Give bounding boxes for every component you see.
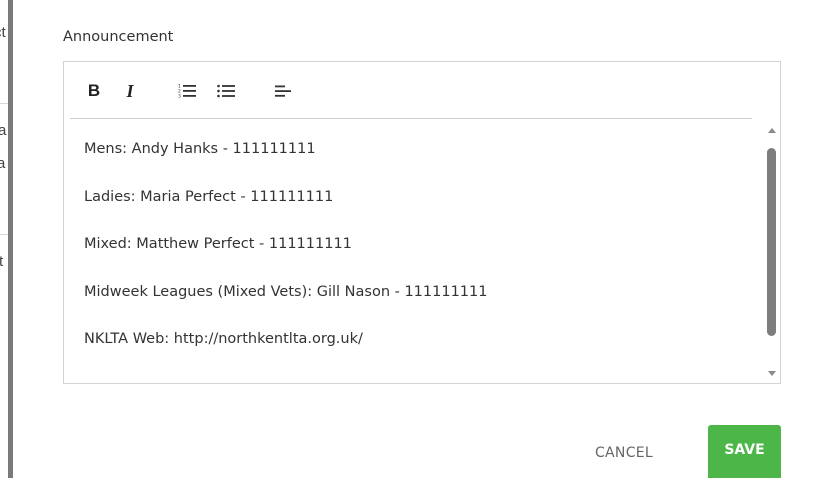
scroll-down-arrow-icon[interactable] bbox=[768, 371, 776, 376]
content-line: Mixed: Matthew Perfect - 111111111 bbox=[84, 236, 352, 252]
background-text: ct bbox=[0, 24, 6, 41]
content-line: Mens: Andy Hanks - 111111111 bbox=[84, 141, 316, 157]
bold-button[interactable]: B bbox=[86, 80, 102, 102]
content-line: Ladies: Maria Perfect - 111111111 bbox=[84, 188, 334, 205]
bulleted-list-icon[interactable] bbox=[216, 80, 236, 102]
editor-toolbar: B I 1 2 3 bbox=[64, 62, 780, 119]
background-text: a bbox=[0, 122, 7, 139]
rich-text-editor[interactable]: B I 1 2 3 Mens: Andy Hanks - 111111111 L… bbox=[63, 61, 781, 384]
svg-text:3: 3 bbox=[178, 94, 181, 100]
content-line: NKLTA Web: http://northkentlta.org.uk/ bbox=[84, 331, 363, 347]
background-text: a bbox=[0, 155, 6, 172]
content-line: Midweek Leagues (Mixed Vets): Gill Nason… bbox=[84, 283, 488, 300]
background-text: t bbox=[0, 253, 4, 270]
align-left-icon[interactable] bbox=[273, 80, 293, 102]
announcement-label: Announcement bbox=[63, 29, 174, 45]
scroll-up-arrow-icon[interactable] bbox=[768, 128, 776, 133]
save-button[interactable]: SAVE bbox=[708, 425, 781, 478]
italic-button[interactable]: I bbox=[122, 80, 138, 102]
editor-scrollbar[interactable] bbox=[764, 124, 780, 382]
cancel-button[interactable]: CANCEL bbox=[576, 436, 672, 470]
edit-announcement-dialog: Announcement B I 1 2 3 Mens: Andy Hanks … bbox=[13, 0, 816, 478]
editor-content[interactable]: Mens: Andy Hanks - 111111111 Ladies: Mar… bbox=[64, 119, 764, 383]
ordered-list-icon[interactable]: 1 2 3 bbox=[177, 80, 197, 102]
scrollbar-thumb[interactable] bbox=[767, 148, 776, 336]
